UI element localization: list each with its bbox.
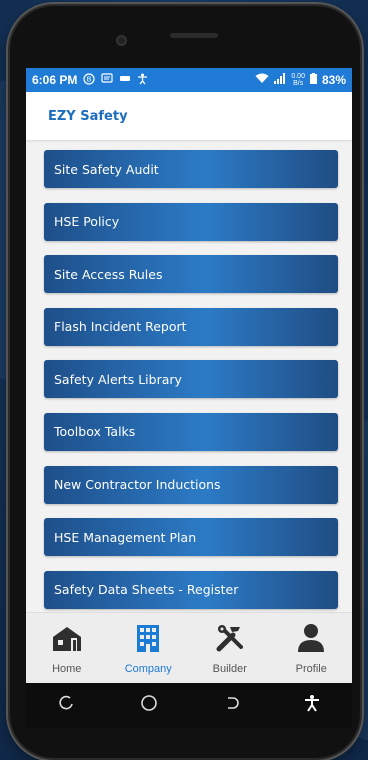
nav-item-builder[interactable]: Builder xyxy=(195,623,265,675)
menu-button-safety-data-sheets-register[interactable]: Safety Data Sheets - Register xyxy=(44,570,338,609)
person-icon xyxy=(294,623,328,657)
menu-button-label: HSE Policy xyxy=(54,214,120,230)
tools-icon xyxy=(213,623,247,657)
battery-level: 83% xyxy=(321,73,346,87)
menu-button-flash-incident-report[interactable]: Flash Incident Report xyxy=(44,307,338,346)
menu-list: Site Safety Audit HSE Policy Site Access… xyxy=(26,140,352,609)
earpiece-speaker xyxy=(170,33,218,38)
system-navigation-bar xyxy=(26,683,352,728)
menu-button-new-contractor-inductions[interactable]: New Contractor Inductions xyxy=(44,465,338,504)
network-speed-value: 0.00 xyxy=(291,73,305,80)
app-screen: 6:06 PM B 0.00 B/s 83% EZY Safety Site S… xyxy=(26,68,352,683)
front-camera xyxy=(116,35,127,46)
menu-button-label: Toolbox Talks xyxy=(54,424,136,440)
accessibility-shortcut-icon[interactable] xyxy=(304,694,320,717)
nav-label-company: Company xyxy=(124,663,172,675)
menu-button-toolbox-talks[interactable]: Toolbox Talks xyxy=(44,412,338,451)
recents-icon[interactable] xyxy=(58,694,76,717)
network-speed: 0.00 B/s xyxy=(291,73,305,87)
svg-text:B: B xyxy=(87,75,92,83)
wifi-icon xyxy=(255,73,269,87)
menu-button-label: Flash Incident Report xyxy=(54,319,187,335)
notification-b-icon: B xyxy=(83,72,95,88)
nav-item-company[interactable]: Company xyxy=(113,623,183,675)
nav-item-profile[interactable]: Profile xyxy=(276,623,346,675)
nav-label-home: Home xyxy=(52,663,82,675)
back-icon[interactable] xyxy=(223,694,241,717)
chat-icon xyxy=(119,74,131,87)
status-time: 6:06 PM xyxy=(32,73,78,87)
building-icon xyxy=(131,623,165,657)
menu-button-label: New Contractor Inductions xyxy=(54,477,221,493)
menu-button-site-access-rules[interactable]: Site Access Rules xyxy=(44,255,338,294)
home-circle-icon[interactable] xyxy=(139,693,159,718)
bottom-navigation: Home Company Builder Profile xyxy=(26,612,352,683)
message-icon xyxy=(101,73,113,87)
menu-button-label: Site Safety Audit xyxy=(54,161,159,177)
nav-label-builder: Builder xyxy=(212,663,247,675)
status-bar: 6:06 PM B 0.00 B/s 83% xyxy=(26,68,352,92)
menu-button-label: Site Access Rules xyxy=(54,266,163,282)
home-icon xyxy=(50,623,84,657)
signal-icon xyxy=(274,73,286,87)
battery-icon xyxy=(309,73,317,87)
menu-button-hse-policy[interactable]: HSE Policy xyxy=(44,202,338,241)
menu-button-label: Safety Alerts Library xyxy=(54,371,182,387)
app-bar: EZY Safety xyxy=(26,92,352,140)
accessibility-icon xyxy=(137,73,148,88)
menu-button-hse-management-plan[interactable]: HSE Management Plan xyxy=(44,518,338,557)
nav-label-profile: Profile xyxy=(295,663,327,675)
app-title: EZY Safety xyxy=(48,108,128,124)
menu-button-label: HSE Management Plan xyxy=(54,529,197,545)
menu-button-label: Safety Data Sheets - Register xyxy=(54,582,239,598)
network-speed-unit: B/s xyxy=(293,80,304,87)
menu-button-site-safety-audit[interactable]: Site Safety Audit xyxy=(44,150,338,188)
menu-button-safety-alerts-library[interactable]: Safety Alerts Library xyxy=(44,360,338,399)
nav-item-home[interactable]: Home xyxy=(32,623,102,675)
